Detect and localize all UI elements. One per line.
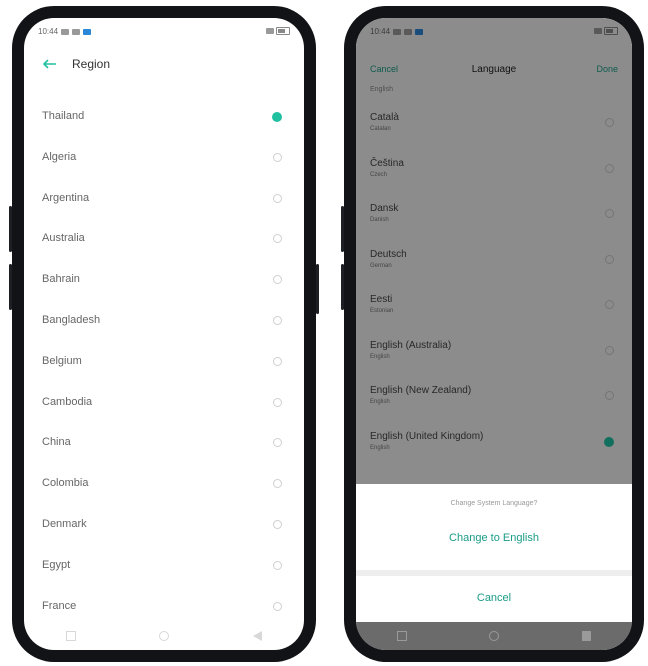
home-key-icon[interactable] xyxy=(159,631,170,641)
change-language-sheet: Change System Language? Change to Englis… xyxy=(356,484,632,622)
navigation-bar xyxy=(356,622,632,650)
back-key-icon[interactable] xyxy=(581,631,591,641)
phone-language: 10:44 Cancel Language Done English Catal… xyxy=(341,6,644,662)
radio-unchecked-icon[interactable] xyxy=(273,152,282,162)
region-item[interactable]: Bangladesh xyxy=(24,302,304,343)
radio-unchecked-icon[interactable] xyxy=(273,438,282,448)
radio-unchecked-icon[interactable] xyxy=(273,519,282,529)
region-label: Colombia xyxy=(42,477,89,490)
region-label: Bangladesh xyxy=(42,313,101,326)
signal-icon xyxy=(61,28,70,35)
back-key-icon[interactable] xyxy=(253,631,263,641)
volume-button xyxy=(341,264,344,310)
region-label: China xyxy=(42,436,71,449)
radio-unchecked-icon[interactable] xyxy=(273,356,282,366)
region-label: Belgium xyxy=(42,354,82,367)
wifi-icon xyxy=(72,28,81,35)
volume-button xyxy=(9,206,12,252)
region-label: Denmark xyxy=(42,517,87,530)
region-label: Bahrain xyxy=(42,273,80,286)
region-item[interactable]: Denmark xyxy=(24,506,304,547)
region-header: Region xyxy=(24,46,304,82)
phone-region: 10:44 Region Thailand Algeria Argentina Aus… xyxy=(9,6,319,662)
battery-icon xyxy=(276,27,290,35)
region-item[interactable]: Colombia xyxy=(24,465,304,506)
change-language-button[interactable]: Change to English xyxy=(356,532,632,544)
navigation-bar xyxy=(24,622,304,650)
radio-unchecked-icon[interactable] xyxy=(273,275,282,285)
radio-unchecked-icon[interactable] xyxy=(273,315,282,325)
sheet-cancel-button[interactable]: Cancel xyxy=(356,592,632,604)
volume-button xyxy=(9,264,12,310)
recents-key-icon[interactable] xyxy=(65,631,76,641)
notification-icon xyxy=(83,28,92,35)
sheet-prompt: Change System Language? xyxy=(450,500,538,507)
region-label: Argentina xyxy=(42,191,90,204)
radio-unchecked-icon[interactable] xyxy=(273,601,282,611)
back-arrow-icon[interactable] xyxy=(40,54,60,74)
volume-button xyxy=(341,206,344,252)
region-label: Egypt xyxy=(42,558,71,571)
region-list: Thailand Algeria Argentina Australia Bahrain… xyxy=(24,98,304,628)
region-item[interactable]: Cambodia xyxy=(24,384,304,425)
radio-unchecked-icon[interactable] xyxy=(273,397,282,407)
region-item[interactable]: Egypt xyxy=(24,547,304,588)
radio-unchecked-icon[interactable] xyxy=(273,234,282,244)
region-screen: 10:44 Region Thailand Algeria Argentina Aus… xyxy=(24,18,304,650)
status-time: 10:44 xyxy=(38,27,59,36)
alarm-icon xyxy=(266,28,274,34)
radio-unchecked-icon[interactable] xyxy=(273,560,282,570)
region-item[interactable]: Belgium xyxy=(24,343,304,384)
region-label: Cambodia xyxy=(42,395,93,408)
region-label: France xyxy=(42,599,77,612)
radio-unchecked-icon[interactable] xyxy=(273,193,282,203)
language-screen: 10:44 Cancel Language Done English Catal… xyxy=(356,18,632,650)
region-label: Algeria xyxy=(42,150,77,163)
power-button xyxy=(316,264,319,314)
region-label: Australia xyxy=(42,232,85,245)
radio-unchecked-icon[interactable] xyxy=(273,479,282,489)
divider xyxy=(356,570,632,576)
radio-checked-icon[interactable] xyxy=(272,112,282,122)
home-key-icon[interactable] xyxy=(489,631,500,641)
page-title: Region xyxy=(72,57,111,71)
region-item[interactable]: Argentina xyxy=(24,180,304,221)
region-item[interactable]: Australia xyxy=(24,220,304,261)
region-item[interactable]: Algeria xyxy=(24,139,304,180)
region-label: Thailand xyxy=(42,110,85,122)
region-item[interactable]: Thailand xyxy=(24,98,304,139)
status-bar: 10:44 xyxy=(24,18,304,40)
recents-key-icon[interactable] xyxy=(397,631,408,641)
region-item[interactable]: China xyxy=(24,424,304,465)
region-item[interactable]: Bahrain xyxy=(24,261,304,302)
